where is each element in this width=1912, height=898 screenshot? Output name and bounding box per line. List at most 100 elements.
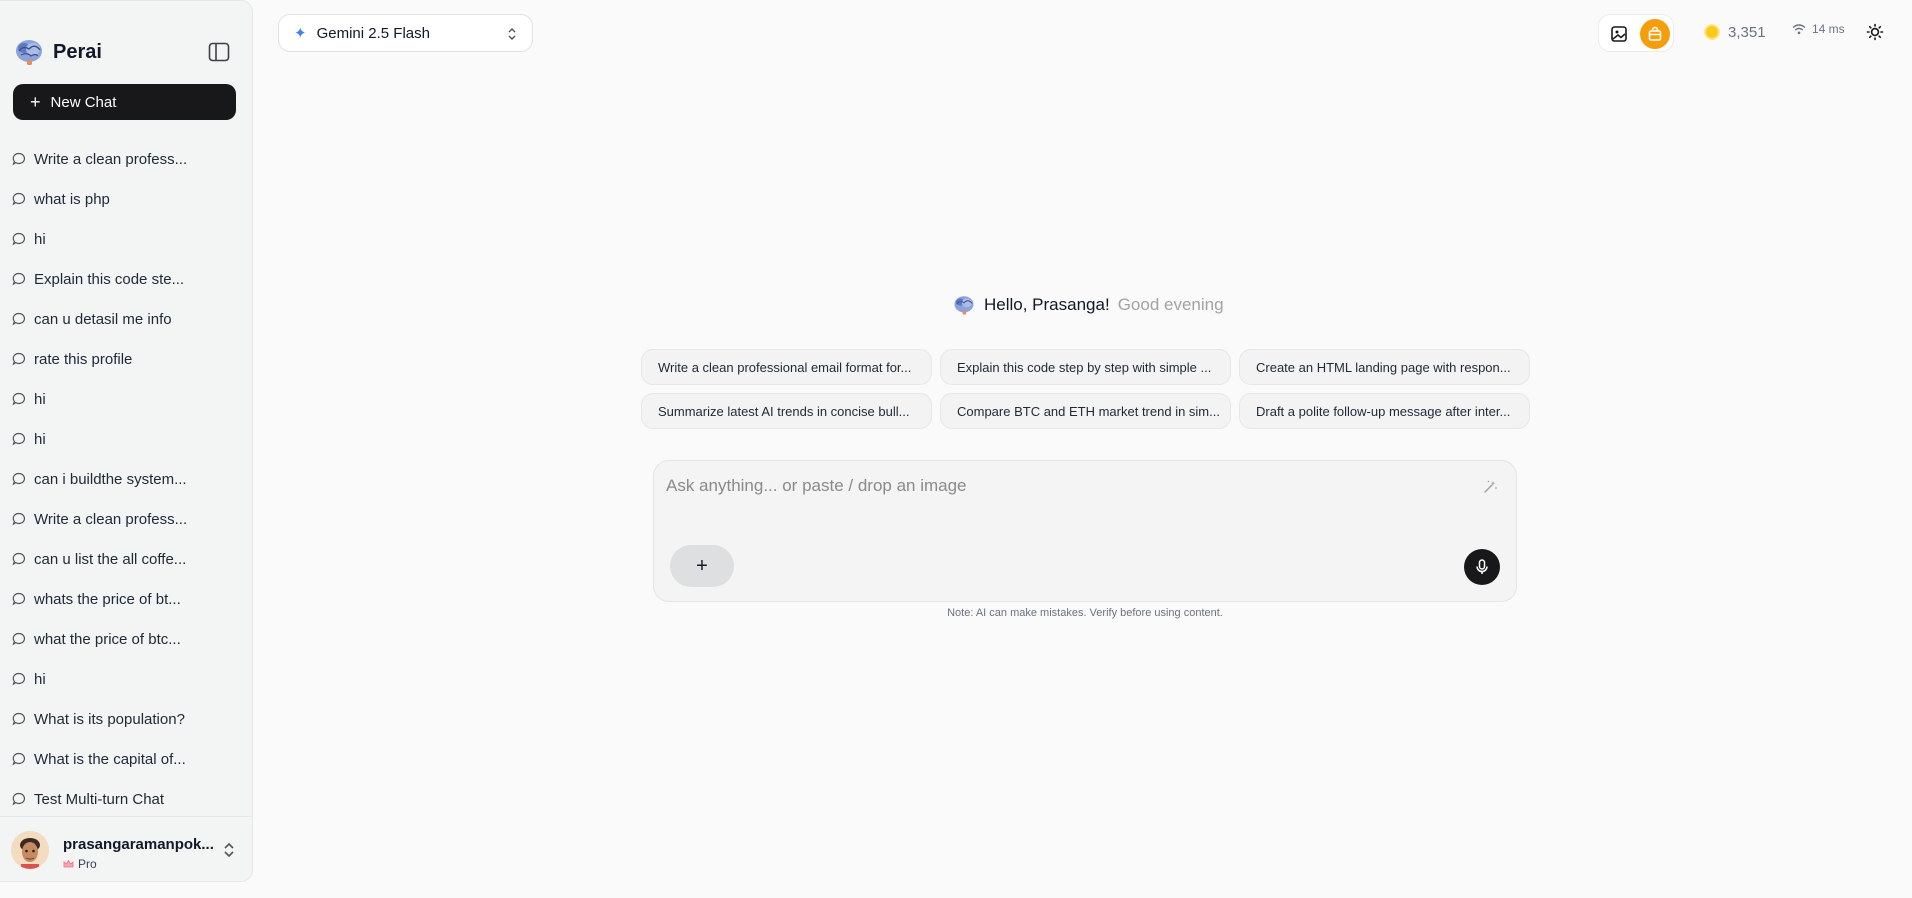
chat-history-label: hi — [34, 390, 46, 408]
voice-input-button[interactable] — [1464, 549, 1500, 585]
suggestion-chip[interactable]: Compare BTC and ETH market trend in sim.… — [940, 393, 1231, 429]
avatar — [11, 831, 49, 869]
magic-wand-icon — [1484, 480, 1497, 493]
chat-history-item[interactable]: What is the capital of... — [0, 739, 253, 779]
chat-bubble-icon — [12, 672, 25, 686]
latency-value: 14 ms — [1812, 22, 1845, 36]
enhance-prompt-button[interactable] — [1479, 476, 1501, 498]
greeting: Hello, Prasanga! Good evening — [952, 292, 1224, 318]
chat-history-label: can i buildthe system... — [34, 470, 187, 488]
sidebar-toggle-button[interactable] — [207, 40, 231, 64]
chat-history-item[interactable]: whats the price of bt... — [0, 579, 253, 619]
app-name: Perai — [53, 40, 102, 63]
shopping-bag-button[interactable] — [1640, 19, 1670, 49]
suggestion-chip[interactable]: Write a clean professional email format … — [641, 349, 932, 385]
chat-bubble-icon — [12, 352, 25, 366]
new-chat-label: New Chat — [50, 93, 117, 111]
chat-history-item[interactable]: hi — [0, 379, 253, 419]
chat-history-label: can u detasil me info — [34, 310, 172, 328]
chat-history-item[interactable]: what the price of btc... — [0, 619, 253, 659]
suggestion-chip[interactable]: Draft a polite follow-up message after i… — [1239, 393, 1530, 429]
chat-history-label: hi — [34, 430, 46, 448]
sparkle-icon: ✦ — [294, 25, 307, 42]
chat-history-label: Write a clean profess... — [34, 150, 188, 168]
greeting-hello: Hello, Prasanga! — [984, 295, 1110, 314]
chat-history-label: whats the price of bt... — [34, 590, 181, 608]
user-profile[interactable]: prasangaramanpok... Pro — [0, 816, 253, 883]
chat-history-item[interactable]: can u detasil me info — [0, 299, 253, 339]
chat-history-item[interactable]: hi — [0, 219, 253, 259]
user-plan-label: Pro — [78, 857, 97, 871]
chat-history-label: What is its population? — [34, 710, 185, 728]
chat-history-item[interactable]: What is its population? — [0, 699, 253, 739]
crown-icon — [63, 859, 74, 868]
brand[interactable]: Perai — [13, 37, 102, 67]
suggestion-chip[interactable]: Explain this code step by step with simp… — [940, 349, 1231, 385]
chat-history-item[interactable]: hi — [0, 419, 253, 459]
chat-history-label: Test Multi-turn Chat — [34, 790, 165, 808]
microphone-icon — [1476, 559, 1488, 574]
chat-bubble-icon — [12, 552, 25, 566]
chat-bubble-icon — [12, 792, 25, 806]
chat-bubble-icon — [12, 312, 25, 326]
chat-bubble-icon — [12, 192, 25, 206]
chat-history-item[interactable]: what is php — [0, 179, 253, 219]
prompt-input[interactable] — [666, 471, 1456, 501]
chat-history-item[interactable]: Explain this code ste... — [0, 259, 253, 299]
chat-history-item[interactable]: Write a clean profess... — [0, 139, 253, 179]
model-selector[interactable]: ✦ Gemini 2.5 Flash — [278, 14, 533, 52]
latency-indicator: 14 ms — [1792, 22, 1845, 36]
chat-bubble-icon — [12, 592, 25, 606]
chat-history-label: what the price of btc... — [34, 630, 181, 648]
user-plan-badge: Pro — [63, 857, 97, 871]
chat-bubble-icon — [12, 272, 25, 286]
image-icon[interactable] — [1609, 24, 1629, 44]
chat-history-item[interactable]: Test Multi-turn Chat — [0, 779, 253, 811]
attach-button[interactable]: + — [670, 545, 734, 587]
plus-icon: + — [30, 92, 41, 112]
chat-bubble-icon — [12, 512, 25, 526]
chat-bubble-icon — [12, 432, 25, 446]
brain-logo-icon — [16, 40, 42, 65]
chat-history-label: can u list the all coffe... — [34, 550, 187, 568]
coin-icon — [1706, 26, 1718, 38]
chat-history-item[interactable]: rate this profile — [0, 339, 253, 379]
chat-bubble-icon — [12, 152, 25, 166]
chat-history-item[interactable]: hi — [0, 659, 253, 699]
chat-history-item[interactable]: Write a clean profess... — [0, 499, 253, 539]
credits-value: 3,351 — [1728, 23, 1766, 41]
new-chat-button[interactable]: + New Chat — [13, 84, 236, 120]
chat-history-label: Explain this code ste... — [34, 270, 185, 288]
plus-icon: + — [696, 554, 708, 577]
sidebar-toggle-icon — [208, 42, 230, 62]
suggestion-chip[interactable]: Create an HTML landing page with respon.… — [1239, 349, 1530, 385]
sun-icon — [1866, 23, 1884, 41]
chat-bubble-icon — [12, 232, 25, 246]
chevron-up-down-icon — [508, 28, 516, 40]
chat-bubble-icon — [12, 712, 25, 726]
shopping-bag-icon — [1648, 26, 1662, 41]
suggestion-chip[interactable]: Summarize latest AI trends in concise bu… — [641, 393, 932, 429]
chat-history-label: Write a clean profess... — [34, 510, 188, 528]
chat-history-item[interactable]: can i buildthe system... — [0, 459, 253, 499]
theme-toggle-button[interactable] — [1864, 21, 1886, 43]
tool-group — [1598, 14, 1674, 52]
greeting-time-of-day: Good evening — [1117, 295, 1224, 314]
chat-bubble-icon — [12, 752, 25, 766]
chat-bubble-icon — [12, 472, 25, 486]
sidebar: Perai + New Chat Write a clean profess..… — [0, 0, 253, 882]
chat-history-item[interactable]: can u list the all coffe... — [0, 539, 253, 579]
suggestion-chips: Write a clean professional email format … — [641, 349, 1530, 429]
brain-logo-icon — [954, 296, 974, 315]
credits-balance[interactable]: 3,351 — [1706, 20, 1766, 44]
composer: + — [653, 460, 1517, 602]
chat-history-label: hi — [34, 670, 46, 688]
chat-history-label: what is php — [34, 190, 110, 208]
chat-history-label: rate this profile — [34, 350, 133, 368]
model-name: Gemini 2.5 Flash — [316, 24, 430, 42]
chevron-up-down-icon[interactable] — [222, 841, 236, 859]
chat-history-list: Write a clean profess... what is php hi Exp… — [0, 139, 253, 811]
chat-history-label: What is the capital of... — [34, 750, 186, 768]
disclaimer-note: Note: AI can make mistakes. Verify befor… — [947, 607, 1223, 619]
wifi-icon — [1792, 24, 1806, 35]
